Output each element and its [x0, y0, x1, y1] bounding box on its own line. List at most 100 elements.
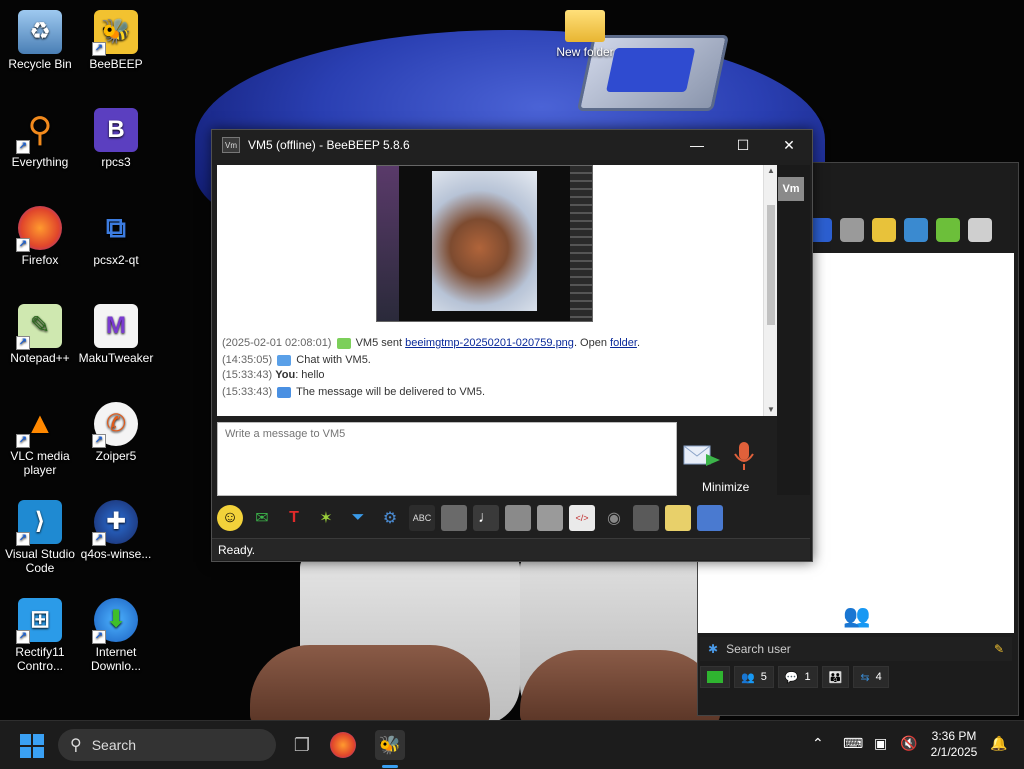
folder-share-icon[interactable]	[537, 505, 563, 531]
users-tab-icon: 👥	[741, 671, 755, 684]
music-note-icon[interactable]: ♩	[473, 505, 499, 531]
text-font-icon[interactable]: T	[281, 505, 307, 531]
record-icon[interactable]: ◉	[601, 505, 627, 531]
file-link[interactable]: beeimgtmp-20250201-020759.png	[405, 337, 574, 349]
spellcheck-icon[interactable]: ABC	[409, 505, 435, 531]
settings-icon[interactable]: ⚙	[377, 505, 403, 531]
desktop-icon-idm[interactable]: ⬇ ↗ Internet Downlo...	[76, 598, 156, 673]
text-color-icon[interactable]: ✶	[313, 505, 339, 531]
tab-groups[interactable]: 👪	[821, 666, 850, 688]
message-file-sent: (2025-02-01 02:08:01) VM5 sent beeimgtmp…	[222, 337, 641, 349]
rectify11-icon: ⊞ ↗	[16, 598, 62, 644]
send-file-icon[interactable]: ✉	[249, 505, 275, 531]
screenshot-icon[interactable]	[633, 505, 659, 531]
chat-bubble-icon	[277, 354, 292, 366]
scroll-down-arrow[interactable]: ▼	[767, 406, 775, 414]
window-close-button[interactable]: ✕	[766, 130, 812, 160]
desktop-icon-recycle-bin[interactable]: ♻ Recycle Bin	[0, 10, 80, 71]
toolbar-icon[interactable]	[968, 218, 992, 242]
taskbar-search[interactable]: ⚲ Search	[58, 729, 276, 761]
keyboard-icon[interactable]: ⌨	[843, 735, 863, 752]
online-status-icon	[707, 671, 723, 683]
globe-download-icon: ⬇ ↗	[92, 598, 138, 644]
window-app-icon: Vm	[222, 137, 240, 153]
save-chat-icon[interactable]	[505, 505, 531, 531]
desktop-icon-notepadpp[interactable]: ✎ ↗ Notepad++	[0, 304, 80, 365]
rpcs3-icon: B	[94, 108, 138, 152]
vscode-icon: ⟩ ↗	[16, 500, 62, 546]
status-online-chip[interactable]	[700, 666, 730, 688]
message-input-box[interactable]	[217, 422, 677, 496]
desktop-icon-firefox[interactable]: ↗ Firefox	[0, 206, 80, 267]
groups-tab-icon: 👪	[828, 671, 843, 684]
desktop-icon-everything[interactable]: ⚲ ↗ Everything	[0, 108, 80, 169]
taskbar-beebeep-icon[interactable]: 🐝	[375, 730, 405, 760]
task-view-icon[interactable]: ❐	[287, 730, 317, 760]
scroll-up-arrow[interactable]: ▲	[767, 167, 775, 175]
emoticon-icon[interactable]: ☺	[217, 505, 243, 531]
desktop-icon-rectify11[interactable]: ⊞ ↗ Rectify11 Contro...	[0, 598, 80, 673]
network-icon[interactable]: ▣	[874, 735, 887, 752]
shares-tab-icon: ⇆	[860, 671, 870, 684]
chats-tab-icon: 💬	[784, 671, 799, 684]
volume-muted-icon[interactable]: 🔇	[900, 735, 917, 752]
clear-search-icon[interactable]: ✎	[994, 642, 1004, 656]
toolbar-icon[interactable]	[872, 218, 896, 242]
toolbar-icon[interactable]	[936, 218, 960, 242]
taskbar-clock[interactable]: 3:36 PM 2/1/2025	[924, 728, 984, 760]
member-avatar[interactable]: Vm	[778, 177, 804, 201]
desktop-icon-pcsx2[interactable]: ⧉ pcsx2-qt	[76, 206, 156, 268]
window-title: VM5 (offline) - BeeBEEP 5.8.6	[248, 138, 410, 152]
tab-users[interactable]: 👥 5	[734, 666, 774, 688]
search-user-box[interactable]: ✱ Search user ✎	[700, 637, 1012, 661]
q4os-icon: ✚ ↗	[92, 500, 138, 546]
toolbar-icon[interactable]	[840, 218, 864, 242]
message-input[interactable]	[223, 427, 667, 441]
scrollbar-thumb[interactable]	[767, 205, 775, 325]
chat-scrollbar[interactable]: ▲ ▼	[763, 165, 778, 416]
chat-window-titlebar[interactable]: Vm VM5 (offline) - BeeBEEP 5.8.6 — ☐ ✕	[212, 130, 812, 160]
window-maximize-button[interactable]: ☐	[720, 130, 766, 160]
window-minimize-button[interactable]: —	[674, 130, 720, 160]
open-folder-link[interactable]: folder	[610, 337, 637, 349]
microphone-icon[interactable]	[731, 440, 757, 474]
desktop-icon-beebeep[interactable]: 🐝 ↗ BeeBEEP	[76, 10, 156, 71]
pcsx2-icon: ⧉	[106, 212, 126, 243]
taskbar-firefox-icon[interactable]	[330, 732, 356, 758]
message-you: (15:33:43) You: hello	[222, 369, 325, 381]
send-message-icon[interactable]	[682, 440, 724, 472]
edit-note-icon[interactable]	[665, 505, 691, 531]
html-code-icon[interactable]: </>	[569, 505, 595, 531]
chat-toolbar: ☺ ✉ T ✶ ⏷ ⚙ ABC ♩ </> ◉	[217, 502, 807, 534]
search-user-icon: ✱	[708, 642, 719, 656]
zoiper-icon: ✆ ↗	[92, 402, 138, 448]
desktop-icon-new-folder[interactable]: New folder	[545, 10, 625, 59]
status-bar: Ready.	[212, 538, 810, 560]
main-window-status-tabs: 👥 5 💬 1 👪 ⇆ 4	[700, 665, 1012, 689]
tray-overflow-chevron-icon[interactable]: ⌃	[812, 735, 824, 752]
users-icon: 👥	[843, 603, 871, 628]
vlc-cone-icon: ▲ ↗	[16, 402, 62, 448]
tab-shares[interactable]: ⇆ 4	[853, 666, 889, 688]
recycle-bin-icon: ♻	[18, 10, 62, 54]
desktop-icon-rpcs3[interactable]: B rpcs3	[76, 108, 156, 169]
filter-icon[interactable]: ⏷	[345, 505, 371, 531]
tab-chats[interactable]: 💬 1	[777, 666, 818, 688]
received-image-thumbnail[interactable]	[376, 165, 593, 322]
notification-bell-icon[interactable]: 🔔	[990, 735, 1007, 752]
desktop-icon-vscode[interactable]: ⟩ ↗ Visual Studio Code	[0, 500, 80, 575]
chat-history[interactable]: (2025-02-01 02:08:01) VM5 sent beeimgtmp…	[217, 165, 763, 416]
document-icon[interactable]	[441, 505, 467, 531]
folder-icon	[565, 10, 605, 42]
file-transfer-icon	[336, 337, 351, 349]
desktop-icon-makutweaker[interactable]: M MakuTweaker	[76, 304, 156, 365]
desktop-icon-vlc[interactable]: ▲ ↗ VLC media player	[0, 402, 80, 478]
start-button[interactable]	[20, 734, 44, 758]
main-window-toolbar	[808, 218, 992, 242]
minimize-label[interactable]: Minimize	[702, 480, 749, 494]
toolbar-icon[interactable]	[904, 218, 928, 242]
desktop-icon-zoiper[interactable]: ✆ ↗ Zoiper5	[76, 402, 156, 463]
desktop-icon-q4os[interactable]: ✚ ↗ q4os-winse...	[76, 500, 156, 561]
window-popout-icon[interactable]	[697, 505, 723, 531]
chat-window[interactable]: Vm VM5 (offline) - BeeBEEP 5.8.6 — ☐ ✕ (…	[211, 129, 813, 562]
